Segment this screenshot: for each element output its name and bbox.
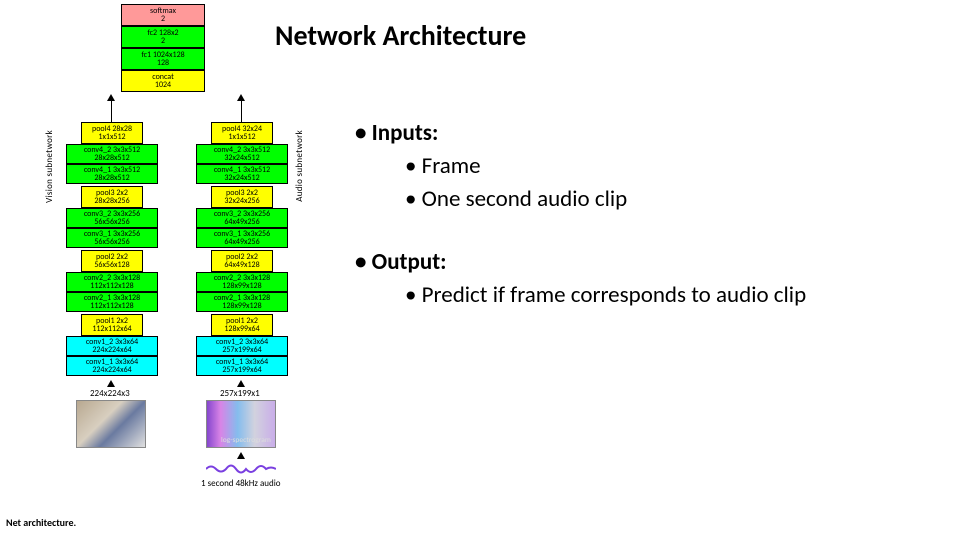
frame-thumbnail bbox=[76, 400, 146, 448]
arrow-icon bbox=[237, 380, 245, 387]
audio-layer: conv2_1 3x3x128 128x99x128 bbox=[196, 292, 288, 312]
vision-layer: conv3_2 3x3x256 56x56x256 bbox=[66, 208, 158, 228]
vision-layer: conv1_2 3x3x64 224x224x64 bbox=[66, 336, 158, 356]
bullet-list: Inputs: Frame One second audio clip Outp… bbox=[355, 118, 915, 313]
audio-layer: conv1_2 3x3x64 257x199x64 bbox=[196, 336, 288, 356]
vision-label: Vision subnetwork bbox=[44, 130, 55, 203]
audio-label: Audio subnetwork bbox=[294, 130, 305, 202]
concat-layer: concat 1024 bbox=[121, 70, 205, 92]
vision-layer: pool1 2x2 112x112x64 bbox=[81, 314, 143, 336]
connector-line bbox=[111, 100, 112, 122]
fc1-layer: fc1 1024x128 128 bbox=[121, 48, 205, 70]
vision-layer: conv1_1 3x3x64 224x224x64 bbox=[66, 356, 158, 376]
spec-label: log-spectrogram bbox=[221, 436, 271, 445]
softmax-layer: softmax 2 bbox=[121, 4, 205, 26]
audio-layer: conv4_2 3x3x512 32x24x512 bbox=[196, 144, 288, 164]
audio-layer: pool3 2x2 32x24x256 bbox=[211, 186, 273, 208]
net-caption: Net architecture. bbox=[6, 516, 76, 529]
arrow-icon bbox=[237, 452, 245, 459]
connector-line bbox=[241, 100, 242, 122]
vision-layer: pool4 28x28 1x1x512 bbox=[81, 122, 143, 144]
audio-layer: conv4_1 3x3x512 32x24x512 bbox=[196, 164, 288, 184]
architecture-diagram: softmax 2 fc2 128x2 2 fc1 1024x128 128 c… bbox=[6, 0, 316, 530]
vision-layer: conv4_1 3x3x512 28x28x512 bbox=[66, 164, 158, 184]
spec-size-label: 257x199x1 bbox=[220, 388, 260, 399]
audio-layer: conv3_2 3x3x256 64x49x256 bbox=[196, 208, 288, 228]
vision-layer: conv4_2 3x3x512 28x28x512 bbox=[66, 144, 158, 164]
slide: Network Architecture Inputs: Frame One s… bbox=[0, 0, 960, 540]
output-heading: Output: bbox=[355, 247, 915, 278]
audio-layer: conv2_2 3x3x128 128x99x128 bbox=[196, 272, 288, 292]
vision-layer: pool3 2x2 28x28x256 bbox=[81, 186, 143, 208]
arrow-icon bbox=[107, 380, 115, 387]
audio-input-label: 1 second 48kHz audio bbox=[201, 478, 281, 489]
vision-layer: conv3_1 3x3x256 56x56x256 bbox=[66, 228, 158, 248]
list-item: One second audio clip bbox=[405, 184, 915, 215]
fc2-layer: fc2 128x2 2 bbox=[121, 26, 205, 48]
list-item: Predict if frame corresponds to audio cl… bbox=[405, 280, 915, 311]
vision-layer: pool2 2x2 56x56x128 bbox=[81, 250, 143, 272]
vision-layer: conv2_2 3x3x128 112x112x128 bbox=[66, 272, 158, 292]
audio-layer: pool2 2x2 64x49x128 bbox=[211, 250, 273, 272]
frame-size-label: 224x224x3 bbox=[90, 388, 130, 399]
audio-layer: pool1 2x2 128x99x64 bbox=[211, 314, 273, 336]
list-item: Frame bbox=[405, 151, 915, 182]
vision-layer: conv2_1 3x3x128 112x112x128 bbox=[66, 292, 158, 312]
audio-layer: conv3_1 3x3x256 64x49x256 bbox=[196, 228, 288, 248]
inputs-heading: Inputs: bbox=[355, 118, 915, 149]
audio-layer: conv1_1 3x3x64 257x199x64 bbox=[196, 356, 288, 376]
audio-layer: pool4 32x24 1x1x512 bbox=[211, 122, 273, 144]
waveform-icon bbox=[206, 462, 276, 476]
